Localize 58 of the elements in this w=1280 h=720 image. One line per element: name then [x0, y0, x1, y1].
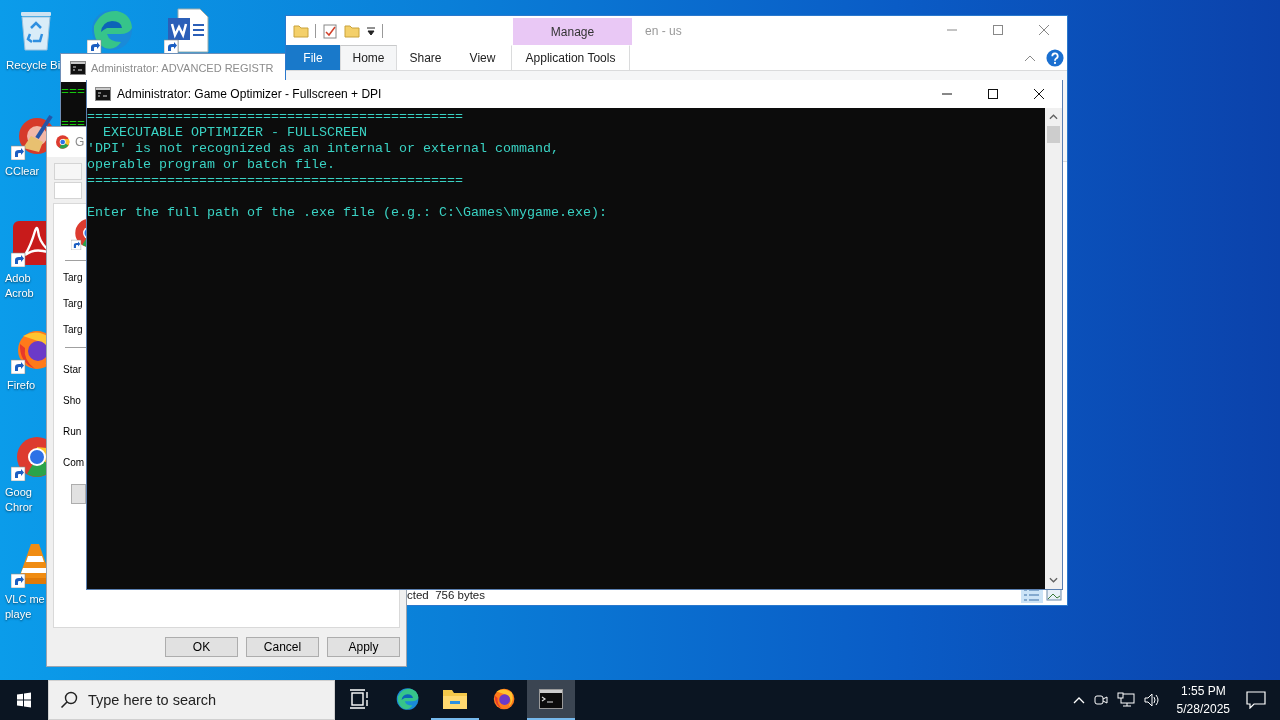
dialog-button[interactable]: Cancel [246, 637, 319, 657]
console-line: EXECUTABLE OPTIMIZER - FULLSCREEN [102, 125, 368, 141]
console-icon [95, 87, 111, 101]
task-view-icon [348, 688, 370, 710]
camera-icon[interactable] [1092, 692, 1109, 708]
scroll-thumb[interactable] [1047, 126, 1060, 143]
status-text: cted 756 bytes [407, 589, 485, 601]
edge-icon [394, 686, 420, 712]
console-line: =============================================== [87, 109, 464, 125]
volume-icon[interactable] [1142, 692, 1161, 708]
console-prompt: Enter the full path of the .exe file (e.g.: C:\Games\mygame.exe): [87, 205, 608, 221]
large-icons-view-icon[interactable] [1043, 587, 1065, 603]
field-label: Com [63, 456, 85, 470]
chrome-icon [54, 134, 70, 150]
clock[interactable]: 1:55 PM 5/28/2025 [1168, 682, 1238, 718]
search-icon [60, 691, 78, 709]
taskbar-button[interactable] [527, 680, 575, 720]
scroll-up-icon[interactable] [1049, 114, 1058, 120]
dialog-button[interactable]: Apply [327, 637, 400, 657]
console-line: =============================================== [87, 173, 464, 189]
file-menu-tab[interactable]: File [286, 45, 340, 70]
dialog-button[interactable]: OK [165, 637, 238, 657]
document-icon[interactable] [164, 6, 212, 54]
console-line: operable program or batch file. [87, 157, 336, 173]
console-line: === [61, 84, 85, 100]
window-title: Administrator: Game Optimizer - Fullscreen + DPI [117, 87, 382, 101]
search-field[interactable]: Type here to search [48, 680, 335, 720]
ribbon-tab[interactable]: Home [340, 45, 397, 70]
properties-icon[interactable] [322, 22, 338, 39]
show-hidden-icons-icon[interactable] [1072, 696, 1085, 704]
help-icon[interactable] [1046, 48, 1064, 67]
ribbon-tab[interactable]: Application Tools [511, 45, 630, 70]
notifications-icon[interactable] [1246, 691, 1266, 709]
network-icon[interactable] [1116, 692, 1135, 708]
ribbon-tab[interactable]: Share [397, 45, 454, 70]
field-label: Sho [63, 394, 81, 408]
field-label: Star [63, 363, 82, 377]
console-line: === [61, 116, 85, 132]
window-title: Administrator: ADVANCED REGISTR [91, 62, 274, 74]
console-icon [539, 689, 563, 709]
field-label: Targ [63, 271, 83, 285]
window-title: en - us [645, 23, 682, 38]
field-label: Run [63, 425, 82, 439]
close-icon[interactable] [1034, 89, 1044, 99]
console-line: 'DPI' is not recognized as an internal or external command, [87, 141, 560, 157]
console-icon [70, 61, 86, 75]
collapse-ribbon-icon[interactable] [1024, 53, 1036, 62]
folder-icon [442, 688, 468, 710]
dropdown-icon[interactable] [366, 25, 376, 36]
scroll-down-icon[interactable] [1049, 577, 1058, 583]
field-label: Targ [63, 297, 83, 311]
scrollbar[interactable] [1045, 108, 1062, 589]
maximize-icon[interactable] [988, 89, 998, 99]
field-label: Targ [63, 323, 83, 337]
window-title: G [75, 135, 85, 149]
ribbon-tab[interactable]: View [454, 45, 511, 70]
start-icon[interactable] [16, 692, 32, 708]
contextual-tab-header: Manage [513, 18, 632, 45]
